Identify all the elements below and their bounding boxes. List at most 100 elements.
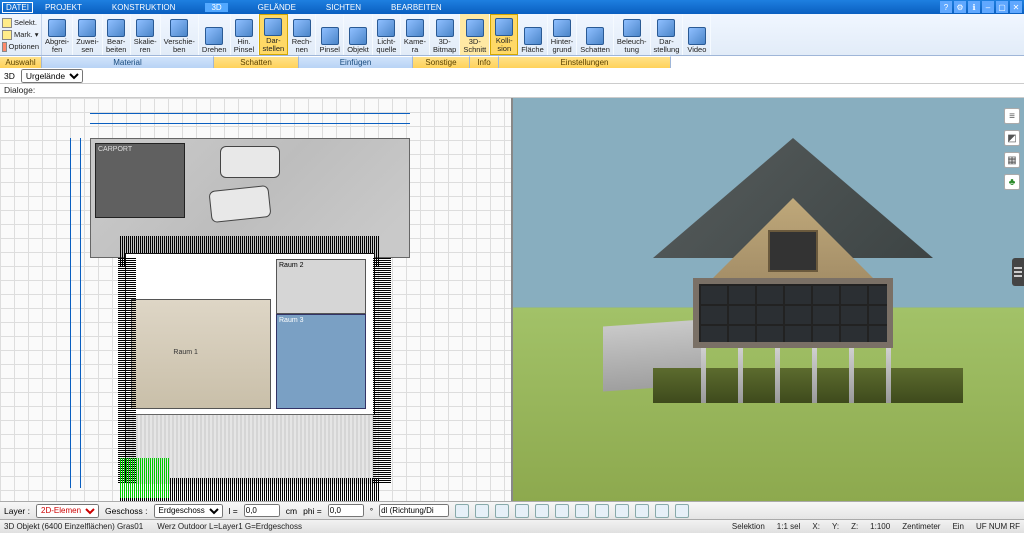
ribbon-dar-stellen[interactable]: Dar- stellen [259,14,289,55]
ribbon-skalie-ren[interactable]: Skalie- ren [131,14,161,55]
view-3d-viewport[interactable]: ≡ ◩ ▦ ♣ [513,98,1024,501]
ribbon-icon [495,18,513,36]
terrain-select[interactable]: Urgelände [21,69,83,83]
ribbon-dar-stellung[interactable]: Dar- stellung [651,14,684,55]
mark-toggle[interactable]: Mark.▾ [2,30,39,40]
tool-icon[interactable] [615,504,629,518]
ribbon-icon [235,19,253,37]
info-icon[interactable]: ℹ [968,1,980,13]
tool-icon[interactable] [675,504,689,518]
help-icon[interactable]: ? [940,1,952,13]
layers-icon[interactable]: ≡ [1004,108,1020,124]
length-label: l = [229,506,238,516]
view-tools: ≡ ◩ ▦ ♣ [1004,108,1022,190]
menu-gelaende[interactable]: GELÄNDE [258,3,296,12]
phi-label: phi = [303,506,322,516]
phi-input[interactable] [328,504,364,517]
materials-icon[interactable]: ▦ [1004,152,1020,168]
view-mode-label: 3D [4,71,15,81]
ribbon-hinter-grund[interactable]: Hinter- grund [548,14,578,55]
tool-icon[interactable] [535,504,549,518]
group-einfügen: Einfügen [299,56,413,68]
minimize-icon[interactable]: – [982,1,994,13]
layer-label: Layer : [4,506,30,516]
tool-icon[interactable] [455,504,469,518]
ribbon-icon [553,19,571,37]
status-ratio: 1:1 sel [777,522,801,531]
ribbon-hin-pinsel[interactable]: Hin. Pinsel [231,14,259,55]
ribbon-verschie-ben[interactable]: Verschie- ben [161,14,199,55]
ribbon-fl-che[interactable]: Fläche [518,14,548,55]
chair-icon[interactable]: ◩ [1004,130,1020,146]
group-auswahl: Auswahl [0,56,42,68]
window-controls: ? ⚙ ℹ – ▢ ✕ [940,1,1022,13]
ribbon-icon [170,19,188,37]
tool-icon[interactable] [595,504,609,518]
ribbon-rech-nen[interactable]: Rech- nen [288,14,316,55]
status-z: Z: [851,522,858,531]
tool-icon[interactable] [495,504,509,518]
layer-select[interactable]: 2D-Elemen [36,504,99,518]
menubar: DATEI PROJEKT KONSTRUKTION 3D GELÄNDE SI… [0,0,1024,14]
ribbon-drehen[interactable]: Drehen [199,14,231,55]
ribbon-icon [48,19,66,37]
ribbon-abgrei-fen[interactable]: Abgrei- fen [42,14,73,55]
menu-file[interactable]: DATEI [2,2,33,13]
settings-icon[interactable]: ⚙ [954,1,966,13]
length-input[interactable] [244,504,280,517]
group-material: Material [42,56,214,68]
ribbon-icon [293,19,311,37]
close-icon[interactable]: ✕ [1010,1,1022,13]
ribbon-3d-bitmap[interactable]: 3D- Bitmap [430,14,460,55]
carport: CARPORT [95,143,185,218]
tool-icon[interactable] [555,504,569,518]
ribbon-licht-quelle[interactable]: Licht- quelle [373,14,401,55]
select-toggle[interactable]: Selekt. [2,18,39,28]
ribbon-icon [436,19,454,37]
ribbon-toolbar: Selekt. Mark.▾ Optionen Abgrei- fenZuwei… [0,14,1024,56]
ribbon-bear-beiten[interactable]: Bear- beiten [103,14,131,55]
ribbon-icon [586,27,604,45]
ribbon-icon [78,19,96,37]
geschoss-label: Geschoss : [105,506,148,516]
ribbon-kolli-sion[interactable]: Kolli- sion [490,14,518,55]
ribbon-zuwei-sen[interactable]: Zuwei- sen [73,14,103,55]
tool-icon[interactable] [515,504,529,518]
room-3: Raum 3 [276,314,366,409]
group-sonstige: Sonstige [413,56,470,68]
tool-icon[interactable] [655,504,669,518]
ribbon-icon [657,19,675,37]
cm-label: cm [286,506,297,516]
menu-bearbeiten[interactable]: BEARBEITEN [391,3,442,12]
geschoss-select[interactable]: Erdgeschoss [154,504,223,518]
maximize-icon[interactable]: ▢ [996,1,1008,13]
sub-toolbar: 3D Urgelände [0,68,1024,84]
tool-icon[interactable] [575,504,589,518]
dl-input[interactable] [379,504,449,517]
menu-konstruktion[interactable]: KONSTRUKTION [112,3,176,12]
ribbon-beleuch-tung[interactable]: Beleuch- tung [614,14,651,55]
ribbon-pinsel[interactable]: Pinsel [316,14,344,55]
main-workspace: CARPORT Raum 1 Raum 2 Raum 3 [0,98,1024,501]
side-panel-toggle[interactable] [1012,258,1024,286]
ribbon-schatten[interactable]: Schatten [577,14,614,55]
status-context: Werz Outdoor L=Layer1 G=Erdgeschoss [157,522,302,531]
optionen-button[interactable]: Optionen [2,42,39,52]
ribbon-kame-ra[interactable]: Kame- ra [401,14,430,55]
ribbon-objekt[interactable]: Objekt [344,14,373,55]
tool-icon[interactable] [635,504,649,518]
ribbon-icon [349,27,367,45]
ribbon-icon [264,18,282,36]
tree-icon[interactable]: ♣ [1004,174,1020,190]
menu-projekt[interactable]: PROJEKT [45,3,82,12]
menu-3d[interactable]: 3D [205,3,227,12]
status-object: 3D Objekt (6400 Einzelflächen) Gras01 [4,522,143,531]
plan-2d-viewport[interactable]: CARPORT Raum 1 Raum 2 Raum 3 [0,98,513,501]
ribbon-groups: AuswahlMaterialSchattenEinfügenSonstigeI… [0,56,1024,68]
menu-sichten[interactable]: SICHTEN [326,3,361,12]
tool-icon[interactable] [475,504,489,518]
ribbon-video[interactable]: Video [683,14,711,55]
house-outline: Raum 1 Raum 2 Raum 3 [125,253,375,483]
ribbon-3d-schnitt[interactable]: 3D- Schnitt [460,14,490,55]
grass-selected[interactable] [120,458,170,498]
